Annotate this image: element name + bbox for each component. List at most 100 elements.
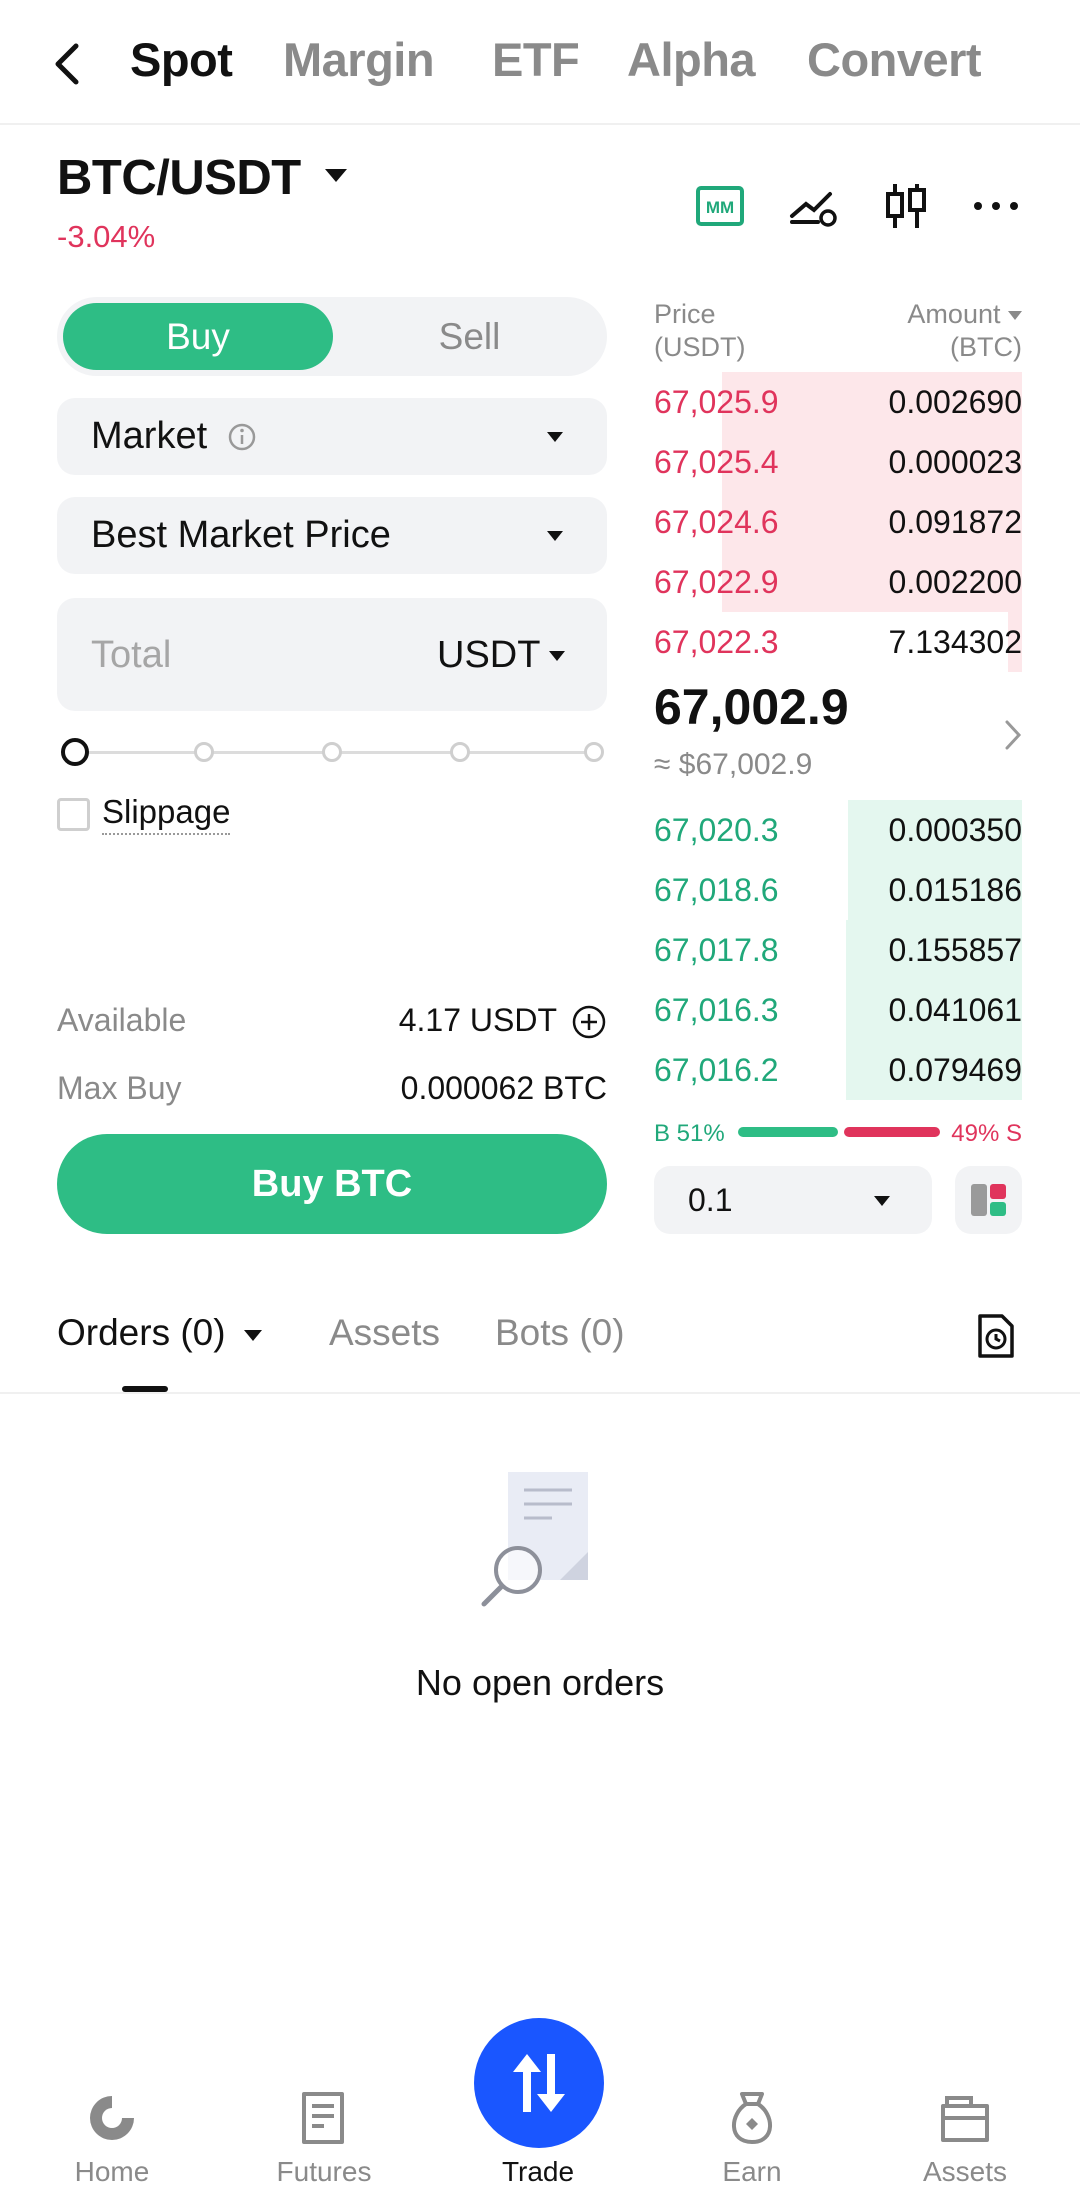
slippage-checkbox[interactable] xyxy=(57,798,90,831)
pair-name: BTC/USDT xyxy=(57,151,301,205)
ask-price: 67,025.9 xyxy=(654,384,779,420)
bid-row[interactable]: 67,016.3 0.041061 xyxy=(654,980,1022,1040)
chevron-down-icon xyxy=(1008,311,1022,321)
back-arrow-icon[interactable] xyxy=(48,40,88,88)
orderbook-layout-icon xyxy=(971,1184,1006,1216)
max-buy-label: Max Buy xyxy=(57,1070,182,1106)
bid-price: 67,016.3 xyxy=(654,992,779,1028)
bid-price: 67,017.8 xyxy=(654,932,779,968)
price-alert-icon[interactable] xyxy=(788,180,840,232)
price-header-label: Price xyxy=(654,299,716,329)
total-unit-select[interactable]: USDT xyxy=(437,634,540,677)
tab-spot[interactable]: Spot xyxy=(130,32,233,87)
order-type-select[interactable]: Market xyxy=(57,398,607,475)
tab-orders[interactable]: Orders (0) xyxy=(57,1312,262,1354)
tab-bots[interactable]: Bots (0) xyxy=(495,1312,625,1354)
total-input[interactable]: Total USDT xyxy=(57,598,607,711)
bid-row[interactable]: 67,018.6 0.015186 xyxy=(654,860,1022,920)
total-placeholder: Total xyxy=(91,634,172,676)
bid-row[interactable]: 67,017.8 0.155857 xyxy=(654,920,1022,980)
assets-icon[interactable] xyxy=(937,2090,993,2146)
chevron-down-icon xyxy=(243,1329,262,1341)
tab-alpha[interactable]: Alpha xyxy=(627,32,756,87)
bid-row[interactable]: 67,016.2 0.079469 xyxy=(654,1040,1022,1100)
ask-row[interactable]: 67,025.4 0.000023 xyxy=(654,432,1022,492)
ask-row[interactable]: 67,022.9 0.002200 xyxy=(654,552,1022,612)
home-icon[interactable] xyxy=(84,2090,140,2146)
price-mode-select[interactable]: Best Market Price xyxy=(57,497,607,574)
slider-mark-50[interactable] xyxy=(322,742,342,762)
mm-icon-label: MM xyxy=(706,198,734,217)
ask-row[interactable]: 67,022.3 7.134302 xyxy=(654,612,1022,672)
orderbook-layout-button[interactable] xyxy=(955,1166,1022,1234)
tab-orders-label: Orders (0) xyxy=(57,1312,226,1353)
tab-etf[interactable]: ETF xyxy=(492,32,580,87)
orderbook-amount-header[interactable]: Amount (BTC) xyxy=(907,298,1022,364)
nav-home[interactable]: Home xyxy=(37,2156,187,2188)
nav-assets[interactable]: Assets xyxy=(890,2156,1040,2188)
empty-state-message: No open orders xyxy=(415,1662,665,1703)
bid-amount: 0.015186 xyxy=(888,872,1022,908)
trade-button[interactable] xyxy=(474,2018,604,2148)
max-buy-value: 0.000062 BTC xyxy=(400,1070,607,1106)
chevron-right-icon[interactable] xyxy=(1003,718,1023,752)
pair-selector[interactable]: BTC/USDT xyxy=(57,150,347,206)
amount-header-label: Amount xyxy=(907,299,1001,329)
sell-ratio-bar xyxy=(844,1127,940,1137)
available-label: Available xyxy=(57,1002,187,1038)
ask-price: 67,022.3 xyxy=(654,624,779,660)
ask-row[interactable]: 67,024.6 0.091872 xyxy=(654,492,1022,552)
precision-value: 0.1 xyxy=(688,1182,733,1218)
empty-orders-icon xyxy=(481,1472,588,1607)
bid-row[interactable]: 67,020.3 0.000350 xyxy=(654,800,1022,860)
orderbook-price-header: Price (USDT) xyxy=(654,298,745,364)
tab-margin[interactable]: Margin xyxy=(283,32,435,87)
ask-row[interactable]: 67,025.9 0.002690 xyxy=(654,372,1022,432)
bid-price: 67,020.3 xyxy=(654,812,779,848)
slider-handle[interactable] xyxy=(61,738,89,766)
ask-amount: 0.002200 xyxy=(888,564,1022,600)
top-tab-bar: Spot Margin ETF Alpha Convert xyxy=(0,0,1080,125)
bid-price: 67,018.6 xyxy=(654,872,779,908)
divider xyxy=(0,1392,1080,1394)
bid-amount: 0.041061 xyxy=(888,992,1022,1028)
tab-assets[interactable]: Assets xyxy=(329,1312,440,1354)
slider-mark-100[interactable] xyxy=(584,742,604,762)
bid-amount: 0.079469 xyxy=(888,1052,1022,1088)
chevron-down-icon xyxy=(324,168,347,182)
chevron-down-icon xyxy=(874,1196,890,1206)
nav-trade[interactable]: Trade xyxy=(463,2156,613,2188)
futures-icon[interactable] xyxy=(296,2090,352,2146)
bid-amount: 0.155857 xyxy=(888,932,1022,968)
slippage-label[interactable]: Slippage xyxy=(102,793,231,835)
order-history-icon[interactable] xyxy=(976,1312,1016,1360)
buy-sell-toggle: Buy Sell xyxy=(57,297,607,376)
tab-convert[interactable]: Convert xyxy=(807,32,982,87)
available-row: Available 4.17 USDT xyxy=(57,1002,607,1042)
bid-amount: 0.000350 xyxy=(888,812,1022,848)
buy-btc-button[interactable]: Buy BTC xyxy=(57,1134,607,1234)
buy-ratio-label: B 51% xyxy=(654,1120,725,1147)
ask-amount: 7.134302 xyxy=(888,624,1022,660)
precision-select[interactable]: 0.1 xyxy=(654,1166,932,1234)
chevron-down-icon xyxy=(547,432,563,442)
ask-price: 67,022.9 xyxy=(654,564,779,600)
candlestick-icon[interactable] xyxy=(880,180,932,232)
slider-mark-25[interactable] xyxy=(194,742,214,762)
info-icon[interactable] xyxy=(227,422,257,452)
buy-toggle-button[interactable]: Buy xyxy=(63,303,333,370)
bid-price: 67,016.2 xyxy=(654,1052,779,1088)
add-funds-icon[interactable] xyxy=(571,1004,607,1040)
mm-icon[interactable]: MM xyxy=(694,180,746,232)
ask-price: 67,024.6 xyxy=(654,504,779,540)
slider-mark-75[interactable] xyxy=(450,742,470,762)
chevron-down-icon xyxy=(549,651,565,661)
more-icon[interactable] xyxy=(970,180,1022,232)
nav-futures[interactable]: Futures xyxy=(249,2156,399,2188)
sell-toggle-button[interactable]: Sell xyxy=(337,303,602,370)
ask-amount: 0.091872 xyxy=(888,504,1022,540)
earn-icon[interactable] xyxy=(724,2090,780,2146)
trade-arrows-icon xyxy=(513,2054,565,2112)
available-value: 4.17 USDT xyxy=(398,1002,557,1038)
nav-earn[interactable]: Earn xyxy=(677,2156,827,2188)
